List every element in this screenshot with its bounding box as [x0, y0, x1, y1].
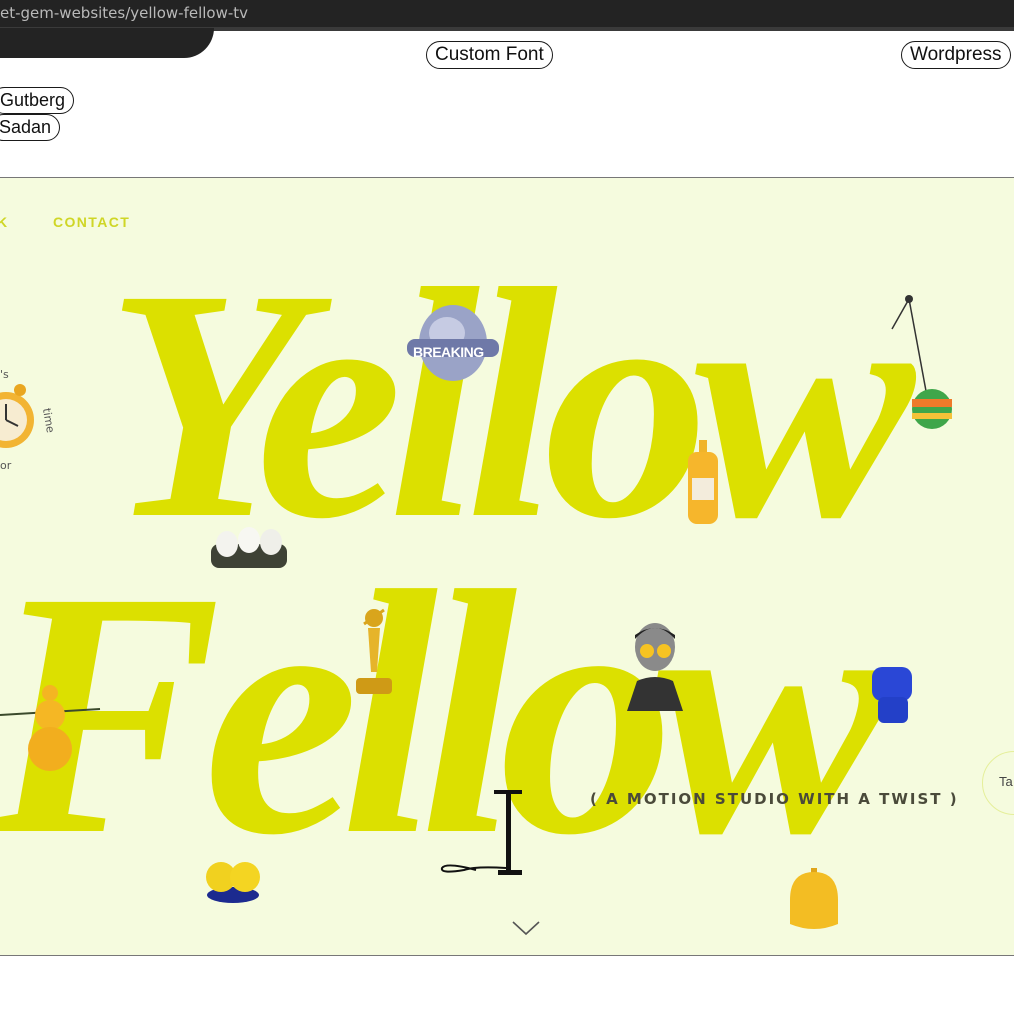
bike-pump-icon	[436, 790, 526, 880]
globe-label: BREAKING	[413, 344, 484, 360]
side-round-button[interactable]: Ta	[982, 751, 1014, 815]
clock-text-top: 's	[0, 368, 9, 381]
url-text[interactable]: et-gem-websites/yellow-fellow-tv	[0, 4, 248, 22]
clock-text-bottom: or	[0, 459, 12, 472]
globe-icon	[407, 301, 499, 385]
yellow-capsule-icon	[788, 868, 840, 934]
yellow-balls-icon	[204, 855, 262, 903]
egg-carton-icon	[207, 518, 291, 574]
studio-tagline: ( A MOTION STUDIO WITH A TWIST )	[590, 790, 959, 808]
side-button-label: Ta	[999, 774, 1013, 789]
tag-wordpress[interactable]: Wordpress	[901, 41, 1011, 69]
tab-shape	[0, 28, 214, 58]
raised-fist-icon	[866, 663, 918, 725]
tag-designer-gutberg[interactable]: Gutberg	[0, 87, 75, 114]
lemon-snowman-icon	[0, 683, 106, 771]
website-preview: K CONTACT Yellow Fellow 's time or BREAK…	[0, 177, 1014, 956]
trophy-icon	[350, 606, 398, 698]
alarm-clock-icon	[0, 368, 70, 468]
tag-designer-sadan[interactable]: Sadan	[0, 114, 61, 141]
tag-custom-font[interactable]: Custom Font	[426, 41, 553, 69]
mustard-bottle-icon	[686, 440, 720, 526]
nav-item-partial[interactable]: K	[0, 214, 9, 230]
scroll-down-icon[interactable]	[511, 920, 541, 941]
portrait-icon	[627, 621, 683, 711]
hanging-ball-icon	[880, 293, 960, 433]
browser-url-bar[interactable]: et-gem-websites/yellow-fellow-tv	[0, 0, 1014, 31]
